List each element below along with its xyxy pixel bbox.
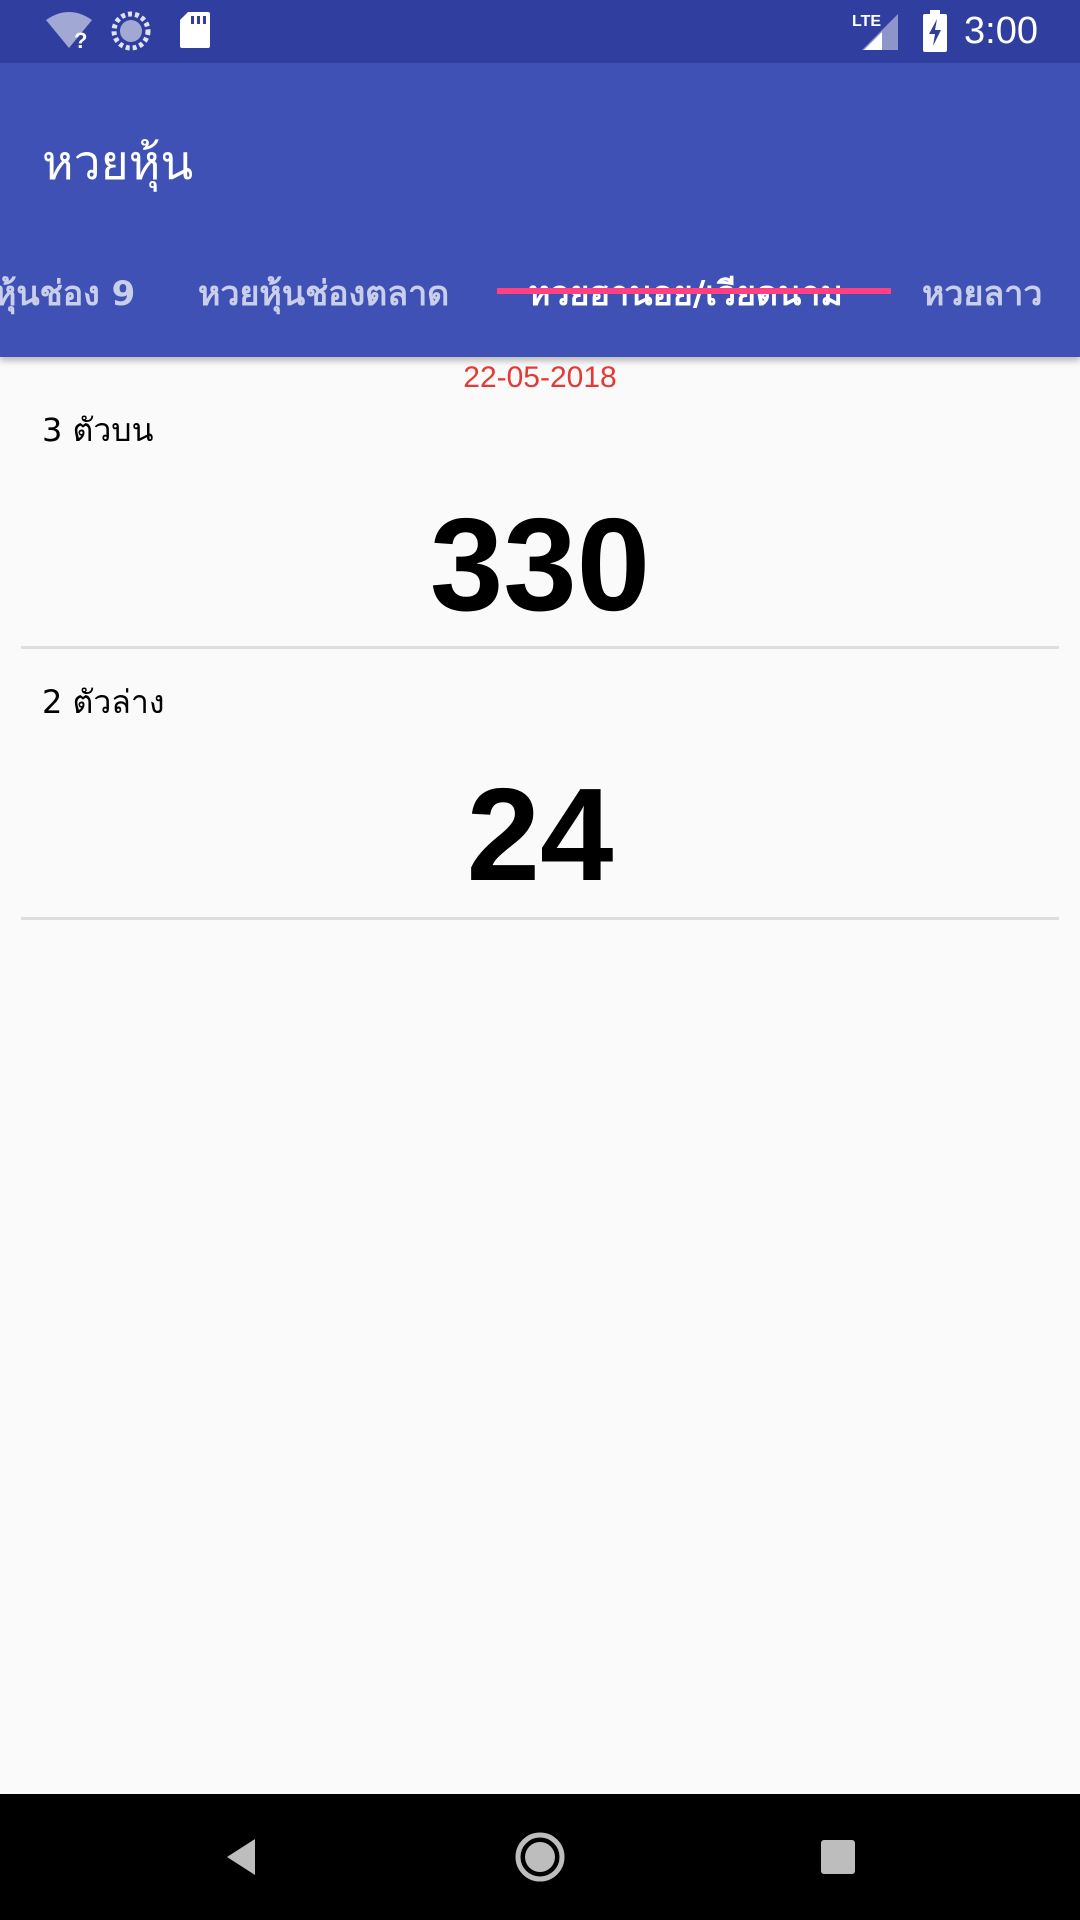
battery-charging-icon (922, 10, 948, 56)
signal-icon: LTE (852, 10, 902, 56)
result-card-two-bottom: 2 ตัวล่าง 24 (21, 649, 1059, 920)
wifi-unknown-icon: ? (44, 10, 94, 54)
status-time: 3:00 (964, 10, 1038, 52)
result-value: 330 (429, 491, 651, 638)
sync-icon (110, 10, 152, 56)
app-bar: หวยหุ้น หุ้นช่อง 9 หวยหุ้นช่องตลาด หวยฮา… (0, 63, 1080, 357)
home-icon[interactable] (477, 1794, 603, 1920)
result-label: 3 ตัวบน (42, 411, 154, 449)
svg-text:?: ? (74, 28, 87, 50)
app-title: หวยหุ้น (42, 135, 194, 191)
result-card-three-top: 3 ตัวบน 330 (21, 357, 1059, 649)
app-screen: ? LTE 3:00 หวยหุ้น หุ้นช่อง 9 หวยหุ้นช่อ… (0, 0, 1080, 1920)
tab-bar: หุ้นช่อง 9 หวยหุ้นช่องตลาด หวยฮานอย/เวีย… (0, 231, 1080, 357)
tab-laos[interactable]: หวยลาว (922, 231, 1042, 357)
back-icon[interactable] (178, 1794, 304, 1920)
tab-stock-channel-9[interactable]: หุ้นช่อง 9 (0, 231, 135, 357)
result-label: 2 ตัวล่าง (42, 683, 165, 721)
tab-hanoi-vietnam[interactable]: หวยฮานอย/เวียดนาม (528, 231, 843, 357)
recents-icon[interactable] (775, 1794, 901, 1920)
network-type-label: LTE (852, 13, 881, 30)
tab-stock-market-channel[interactable]: หวยหุ้นช่องตลาด (198, 231, 449, 357)
navigation-bar (0, 1794, 1080, 1920)
result-value: 24 (466, 761, 614, 908)
active-tab-indicator (497, 288, 891, 294)
status-bar: ? LTE 3:00 (0, 0, 1080, 63)
sd-card-icon (178, 10, 212, 54)
